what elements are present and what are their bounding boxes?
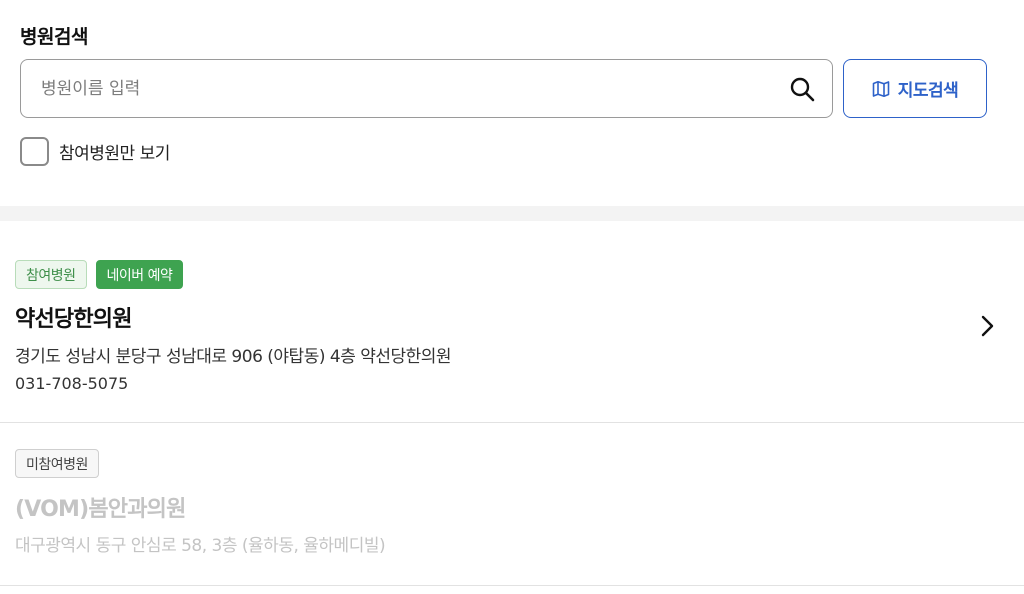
hospital-name: 약선당한의원 xyxy=(15,307,132,332)
hospital-list-item: 미참여병원 (VOM)봄안과의원 대구광역시 동구 안심로 58, 3층 (율하… xyxy=(0,423,1024,586)
hospital-phone: 031-708-5075 xyxy=(15,374,129,393)
chevron-right-icon[interactable] xyxy=(976,314,1000,338)
hospital-list-item[interactable]: 참여병원 네이버 예약 약선당한의원 경기도 성남시 분당구 성남대로 906 … xyxy=(0,221,1024,423)
hospital-name: (VOM)봄안과의원 xyxy=(15,497,186,522)
search-icon xyxy=(790,77,815,101)
participating-badge: 참여병원 xyxy=(15,260,87,289)
participating-only-checkbox[interactable] xyxy=(20,137,49,166)
map-search-button[interactable]: 지도검색 xyxy=(843,59,987,118)
search-title: 병원검색 xyxy=(20,26,88,48)
map-icon xyxy=(872,80,890,97)
participating-only-label: 참여병원만 보기 xyxy=(59,144,170,164)
search-button[interactable] xyxy=(772,60,832,117)
non-participating-badge: 미참여병원 xyxy=(15,449,99,478)
naver-reservation-badge: 네이버 예약 xyxy=(95,260,184,289)
hospital-search-section: 병원검색 지도검색 참여병원만 보기 xyxy=(0,0,1024,206)
hospital-address: 대구광역시 동구 안심로 58, 3층 (율하동, 율하메디빌) xyxy=(15,536,386,556)
search-box xyxy=(20,59,833,118)
section-divider xyxy=(0,206,1024,221)
hospital-address: 경기도 성남시 분당구 성남대로 906 (야탑동) 4층 약선당한의원 xyxy=(15,347,452,367)
participating-only-filter[interactable]: 참여병원만 보기 xyxy=(20,137,170,166)
map-search-label: 지도검색 xyxy=(897,81,959,101)
hospital-name-input[interactable] xyxy=(21,60,772,117)
hospital-list: 참여병원 네이버 예약 약선당한의원 경기도 성남시 분당구 성남대로 906 … xyxy=(0,221,1024,586)
badge-group: 미참여병원 xyxy=(15,449,99,478)
badge-group: 참여병원 네이버 예약 xyxy=(15,260,184,289)
